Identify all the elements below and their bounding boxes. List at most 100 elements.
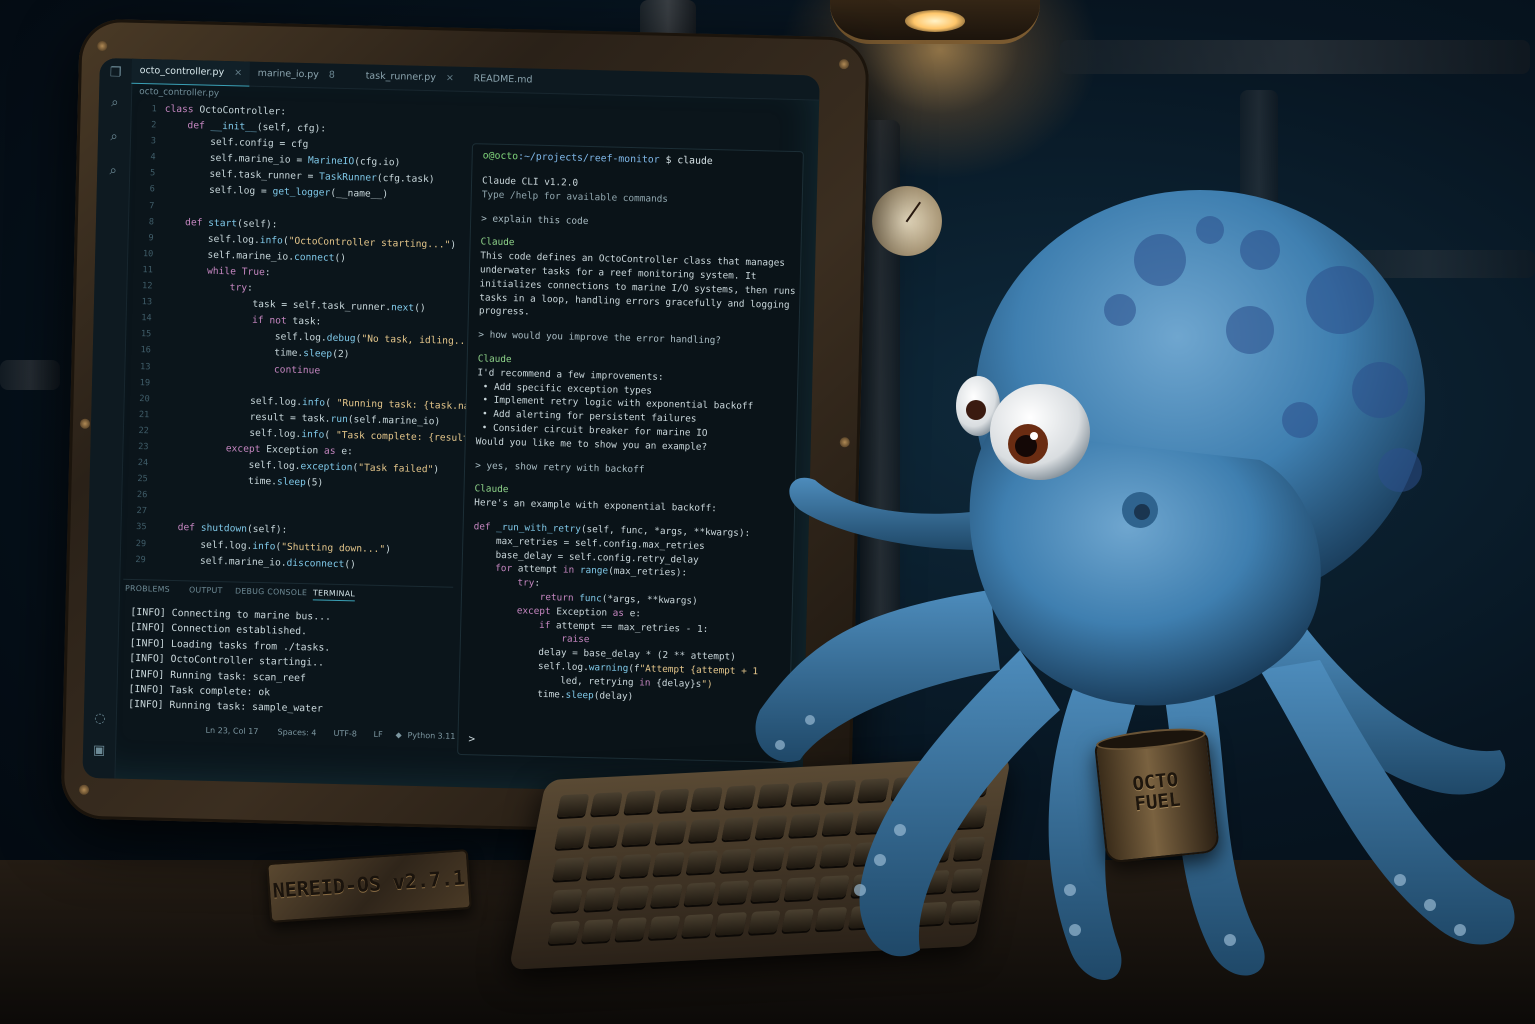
explorer-icon[interactable]: ❐ [106,64,124,82]
scene: ❐ ⌕ ⌕ ⌕ ◌ ▣ octo_controller.py × marine_io… [0,0,1535,1024]
terminal-output[interactable]: [INFO] Connecting to marine bus... [INFO]… [128,605,451,721]
panel-tab[interactable]: TERMINAL [312,588,356,602]
search-icon[interactable]: ⌕ [106,94,124,112]
keyboard-key [585,855,619,879]
line-number: 14 [141,313,152,324]
keyboard-key [583,887,617,911]
editor-tab-label: marine_io.py [257,67,319,81]
panel-tab[interactable]: PROBLEMS [125,584,170,594]
line-number: 10 [142,248,154,260]
keyboard-key [547,920,581,945]
editor-tab-label: octo_controller.py [139,64,225,79]
line-number: 8 [148,216,155,228]
line-number: 15 [140,329,152,340]
keyboard-key [590,792,623,816]
status-cursor-position[interactable]: Ln 23, Col 17 [205,726,258,736]
panel-tab[interactable]: DEBUG CONSOLE [235,586,307,597]
keyboard-key [616,885,650,909]
keyboard-key [623,790,657,814]
line-number: 29 [135,538,147,549]
python-icon: ◆ [395,730,402,740]
line-number: 26 [136,490,148,501]
keyboard-key [587,823,621,848]
line-number: 2 [151,120,157,131]
line-number: 13 [141,297,153,308]
lamp-bulb [905,10,965,32]
line-number: 5 [149,168,156,179]
keyboard-key [690,786,723,811]
close-icon[interactable]: × [234,67,242,78]
panel-tabs: PROBLEMS OUTPUT DEBUG CONSOLE TERMINAL [122,578,454,608]
coffee-mug: OCTO FUEL [1093,724,1221,864]
line-number: 29 [135,554,146,565]
line-number: 13 [139,361,151,372]
search-icon[interactable]: ⌕ [105,128,123,146]
line-number: 23 [138,442,149,453]
pipe [1060,40,1530,74]
line-number: 9 [148,232,154,244]
prompt-user: o@octo [482,150,519,163]
source-control-icon[interactable]: ⌕ [104,162,122,180]
pipe [0,360,60,390]
tentacle [1260,660,1515,945]
status-python-version[interactable]: 3.11 [437,731,455,740]
keyboard-key [652,852,686,876]
editor-tab[interactable]: README.md [465,67,540,93]
keyboard-key [685,850,719,874]
account-icon[interactable]: ◌ [91,710,109,728]
rivet [838,59,850,70]
close-icon[interactable]: × [446,72,454,83]
line-number: 6 [149,184,155,195]
ide-screen: ❐ ⌕ ⌕ ⌕ ◌ ▣ octo_controller.py × marine_io… [82,58,820,796]
panel-tab[interactable]: OUTPUT [189,585,223,595]
editor-tab[interactable]: task_runner.py × [357,64,462,91]
rivet [97,40,108,52]
code-editor[interactable]: 1 2 3 4 5 6 7 8 9 10 11 12 13 14 15 16 13 19 20 21 22 23 24 25 2… [119,101,499,579]
settings-icon[interactable]: ▣ [90,742,108,760]
line-number: 19 [139,377,151,388]
breadcrumb: octo_controller.py [139,86,220,99]
rivet [79,418,91,429]
keyboard-key [619,853,652,878]
status-encoding[interactable]: UTF-8 [333,729,357,739]
keyboard-key [647,915,681,939]
line-number: 16 [140,345,151,356]
keyboard-key [554,825,588,849]
editor-tab-label: README.md [473,73,533,86]
line-number: 22 [138,425,150,437]
close-icon[interactable]: 8 [329,70,335,81]
line-number: 11 [142,265,153,276]
keyboard-key [581,918,614,943]
keyboard-key [650,883,683,908]
status-language[interactable]: Python [407,731,435,741]
code-area[interactable]: class OctoController: def __init__(self,… [154,102,499,576]
tentacle [789,477,990,550]
line-number: 20 [139,393,150,405]
editor-tab[interactable]: marine_io.py 8 [249,62,343,88]
keyboard-key [688,818,721,843]
line-number: 1 [151,104,157,115]
mug-label: OCTO FUEL [1131,768,1182,816]
line-number: 21 [138,409,150,421]
prompt-path: :~/projects/reef-monitor [517,151,660,166]
line-number: 25 [137,474,148,485]
cli-input-cursor[interactable]: > [468,732,475,745]
keyboard-key [683,882,717,906]
keyboard-key [552,857,585,881]
keyboard-key [656,788,690,812]
line-number: 35 [136,522,147,533]
status-indentation[interactable]: Spaces: 4 [277,728,316,738]
line-number: 24 [137,458,149,469]
nameplate-text: NEREID-OS v2.7.1 [271,865,466,903]
editor-tab[interactable]: octo_controller.py × [131,58,251,87]
keyboard-key [621,822,654,846]
line-number: 12 [141,281,153,292]
editor-tab-label: task_runner.py [365,70,437,84]
keyboard-key [681,913,714,938]
line-number: 3 [150,136,157,147]
keyboard-key [556,793,590,818]
status-eol[interactable]: LF [373,730,382,739]
keyboard-key [614,917,648,941]
keyboard-key [549,888,583,913]
line-number: 4 [150,152,156,163]
